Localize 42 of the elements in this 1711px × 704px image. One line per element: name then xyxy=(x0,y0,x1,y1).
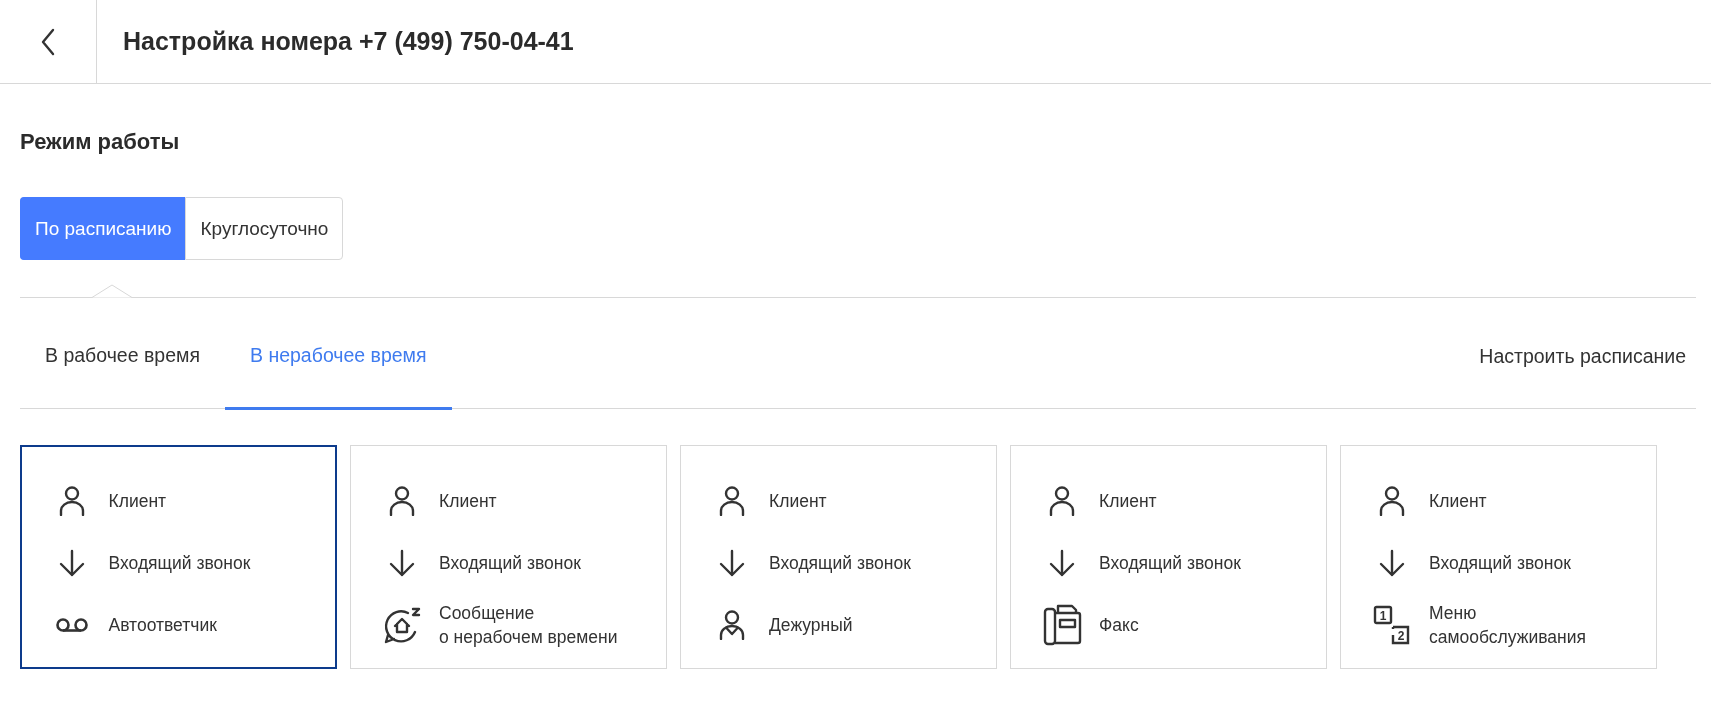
step-label: Клиент xyxy=(108,489,167,513)
person-icon xyxy=(58,485,85,516)
arrow-down-icon xyxy=(1048,549,1076,577)
arrow-down-icon xyxy=(388,549,416,577)
mode-option[interactable]: Круглосуточно xyxy=(185,197,344,260)
person-icon xyxy=(389,486,415,516)
section-title: Режим работы xyxy=(20,128,181,156)
person-icon xyxy=(719,610,745,640)
scenario-card[interactable]: Клиент Входящий звонок Сообщение о нерабочем времени xyxy=(350,445,667,669)
tab[interactable]: В рабочее время xyxy=(20,298,225,410)
arrow-down-icon xyxy=(718,549,746,577)
step-label: Дежурный xyxy=(769,614,853,637)
arrow-down-icon xyxy=(57,548,86,577)
back-icon[interactable] xyxy=(40,27,56,56)
step-label: Клиент xyxy=(769,490,827,513)
step-label: Факс xyxy=(1099,614,1139,637)
scenario-card[interactable]: Клиент Входящий звонок 1 2 Меню самообслуживания xyxy=(1340,445,1657,669)
step-label: Клиент xyxy=(1429,490,1487,513)
step-label: Клиент xyxy=(1099,490,1157,513)
person-icon xyxy=(1049,486,1075,516)
mode-option[interactable]: По расписанию xyxy=(20,197,186,260)
chat-home-icon xyxy=(382,605,422,645)
arrow-down-icon xyxy=(1378,549,1406,577)
schedule-link[interactable]: Настроить расписание xyxy=(1479,338,1686,368)
step-label: Меню самообслуживания xyxy=(1429,602,1586,649)
step-label: Входящий звонок xyxy=(439,552,581,575)
scenario-card[interactable]: Клиент Входящий звонок Дежурный xyxy=(680,445,997,669)
step-label: Входящий звонок xyxy=(1429,552,1571,575)
tab[interactable]: В нерабочее время xyxy=(225,298,452,410)
person-icon xyxy=(1379,486,1405,516)
step-label: Входящий звонок xyxy=(1099,552,1241,575)
scenario-card[interactable]: Клиент Входящий звонок Автоответчик xyxy=(20,445,337,669)
step-label: Автоответчик xyxy=(108,613,217,637)
voicemail-icon xyxy=(54,616,89,633)
page-title: Настройка номера +7 (499) 750-04-41 xyxy=(122,27,574,56)
scenario-card[interactable]: Клиент Входящий звонок Факс xyxy=(1010,445,1327,669)
person-icon xyxy=(719,486,745,516)
step-label: Сообщение о нерабочем времени xyxy=(439,602,618,649)
step-label: Входящий звонок xyxy=(108,551,251,575)
step-label: Клиент xyxy=(439,490,497,513)
step-label: Входящий звонок xyxy=(769,552,911,575)
fax-icon xyxy=(1042,603,1082,647)
